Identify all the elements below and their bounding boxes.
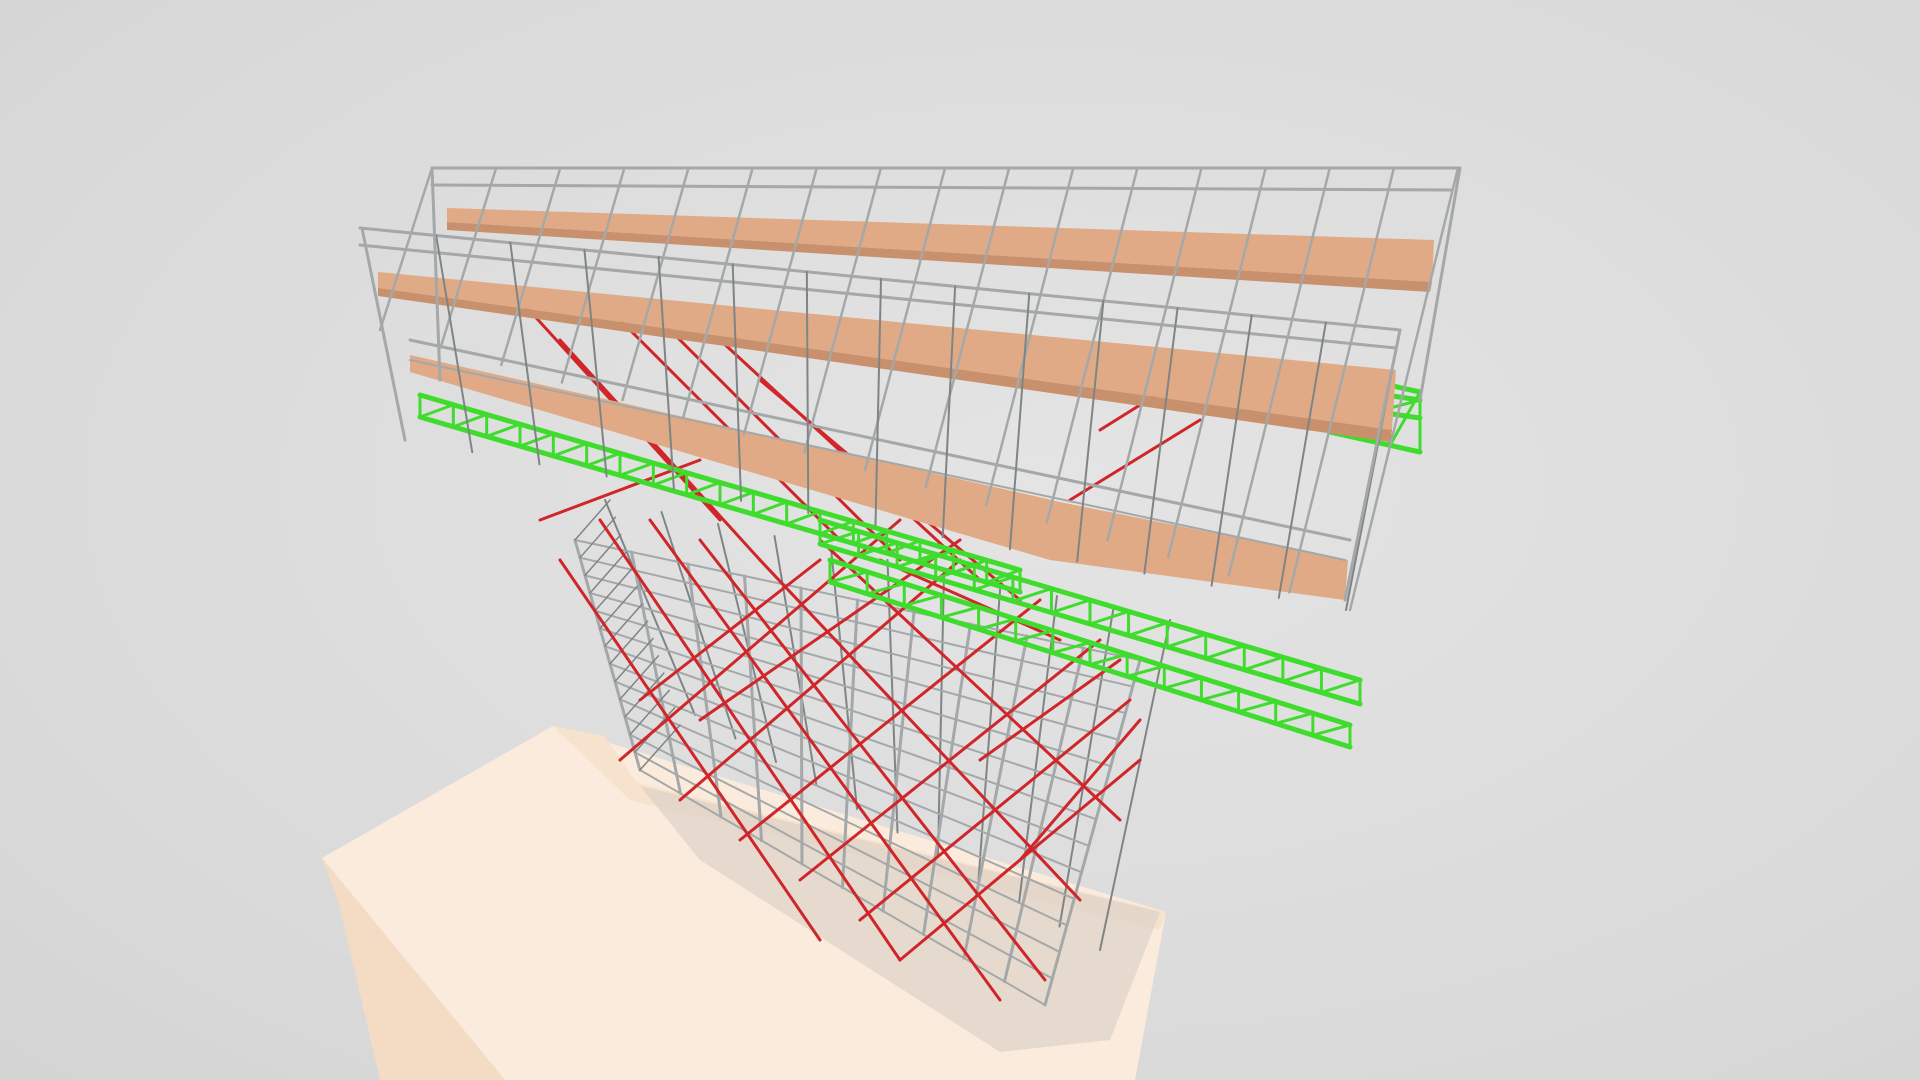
- truss-web: [1162, 676, 1203, 690]
- ledger-tube: [614, 637, 654, 683]
- ledger-tube: [579, 516, 617, 559]
- truss-web: [1311, 723, 1352, 737]
- timber-deck: [1050, 500, 1348, 600]
- truss-web: [718, 490, 755, 506]
- standard-tube: [681, 166, 754, 419]
- diagonal-brace: [638, 558, 822, 702]
- truss-web: [1242, 655, 1285, 672]
- truss-web: [1165, 632, 1208, 649]
- truss-web: [902, 593, 943, 608]
- truss-web: [1088, 609, 1131, 626]
- truss-web: [939, 605, 981, 619]
- ledger-tube: [589, 551, 627, 594]
- ledger-tube: [594, 568, 633, 612]
- guard-rail: [430, 183, 1454, 192]
- truss-web: [1319, 678, 1362, 695]
- standard-tube: [560, 166, 626, 384]
- truss-web: [485, 422, 522, 438]
- truss-web: [1281, 667, 1323, 683]
- truss-web: [1127, 621, 1169, 637]
- truss-web: [1088, 652, 1129, 666]
- truss-web: [1274, 711, 1315, 725]
- truss-web: [1199, 688, 1241, 702]
- standard-tube: [360, 226, 407, 442]
- truss-web: [751, 500, 789, 516]
- standard-tube: [621, 166, 690, 402]
- truss-web: [585, 451, 622, 468]
- truss-web: [785, 510, 822, 526]
- truss-web: [618, 461, 655, 477]
- diagonal-brace: [678, 558, 962, 802]
- standard-tube: [805, 270, 810, 514]
- truss-web: [451, 412, 489, 429]
- standard-tube: [509, 241, 541, 466]
- 3d-viewport[interactable]: [0, 0, 1920, 1080]
- scaffold-model-canvas[interactable]: [0, 0, 1920, 1080]
- truss-web: [418, 403, 455, 419]
- truss-web: [1204, 644, 1246, 660]
- timber-decks: [378, 208, 1434, 600]
- ground-slab: [322, 726, 1166, 1080]
- standard-tube: [430, 166, 442, 382]
- truss-web: [1237, 699, 1278, 714]
- standard-tube: [803, 166, 883, 454]
- truss-web: [551, 442, 589, 458]
